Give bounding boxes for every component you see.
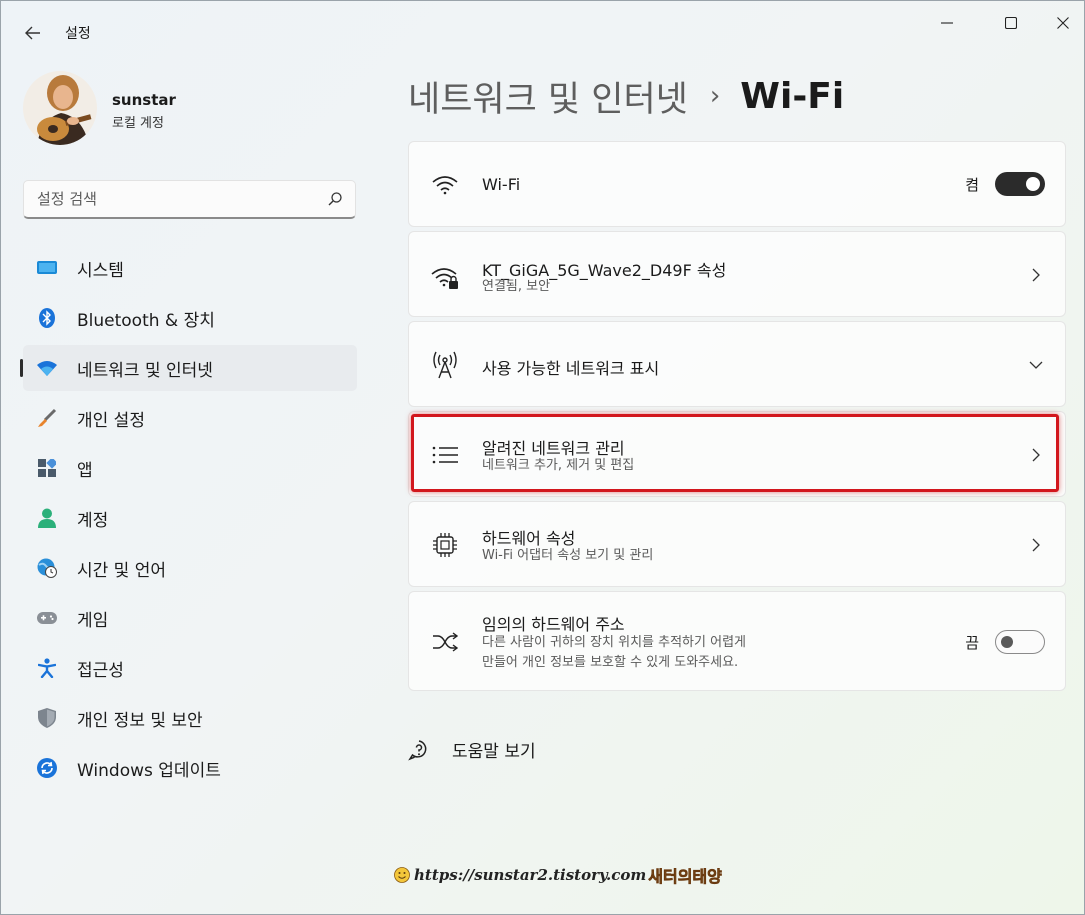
avatar[interactable] xyxy=(23,71,97,145)
accessibility-icon xyxy=(37,658,57,678)
help-icon xyxy=(408,739,427,761)
maximize-icon xyxy=(1005,17,1017,29)
sidebar-nav: 시스템 Bluetooth & 장치 네트워크 및 인터넷 개인 설정 앱 계정… xyxy=(20,245,357,795)
sidebar-item-label: 앱 xyxy=(77,460,93,481)
wifi-secured-icon xyxy=(431,264,459,292)
watermark-url: https://sunstar2.tistory.com xyxy=(414,866,647,884)
sidebar-item-label: 계정 xyxy=(77,510,109,531)
toggle-state-label: 켬 xyxy=(965,176,979,194)
sidebar-item-apps[interactable]: 앱 xyxy=(23,445,357,491)
sidebar-item-personalization[interactable]: 개인 설정 xyxy=(23,395,357,441)
sidebar-item-label: 시간 및 언어 xyxy=(77,560,167,581)
wifi-toggle[interactable] xyxy=(995,172,1045,196)
sidebar-item-windows-update[interactable]: Windows 업데이트 xyxy=(23,745,357,791)
card-title: 사용 가능한 네트워크 표시 xyxy=(482,359,660,378)
back-button[interactable] xyxy=(19,19,47,47)
user-name: sunstar xyxy=(112,91,176,109)
antenna-icon xyxy=(431,351,459,379)
watermark-name: 새터의태양 xyxy=(648,867,722,887)
account-type: 로컬 계정 xyxy=(112,116,164,131)
sidebar-item-accounts[interactable]: 계정 xyxy=(23,495,357,541)
sidebar-item-label: Bluetooth & 장치 xyxy=(77,310,215,331)
sidebar-item-network[interactable]: 네트워크 및 인터넷 xyxy=(20,345,357,391)
toggle-knob xyxy=(1001,636,1013,648)
shield-icon xyxy=(37,708,57,728)
title-bar: 설정 xyxy=(1,1,1085,63)
sidebar-item-system[interactable]: 시스템 xyxy=(23,245,357,291)
brush-icon xyxy=(37,408,57,428)
search-input[interactable] xyxy=(24,181,314,217)
sidebar-item-gaming[interactable]: 게임 xyxy=(23,595,357,641)
chevron-down-icon xyxy=(1029,361,1043,369)
minimize-icon xyxy=(941,22,953,24)
random-address-toggle[interactable] xyxy=(995,630,1045,654)
globe-clock-icon xyxy=(37,558,57,578)
back-arrow-icon xyxy=(25,26,40,40)
wifi-icon xyxy=(37,358,57,378)
breadcrumb-separator: › xyxy=(709,81,721,111)
card-subtitle-line1: 다른 사람이 귀하의 장치 위치를 추적하기 어렵게 xyxy=(482,635,746,650)
sidebar-item-bluetooth[interactable]: Bluetooth & 장치 xyxy=(23,295,357,341)
sidebar-item-accessibility[interactable]: 접근성 xyxy=(23,645,357,691)
sidebar-item-label: 게임 xyxy=(77,610,109,631)
available-networks-card[interactable]: 사용 가능한 네트워크 표시 xyxy=(408,321,1066,407)
card-subtitle: 네트워크 추가, 제거 및 편집 xyxy=(482,458,635,473)
chevron-right-icon xyxy=(1032,448,1040,462)
shuffle-icon xyxy=(431,628,459,656)
chip-icon xyxy=(431,531,459,559)
sidebar-item-time-language[interactable]: 시간 및 언어 xyxy=(23,545,357,591)
gamepad-icon xyxy=(37,608,57,628)
settings-window: 설정 sunstar 로컬 계정 설정 검색 시스템 Bluetooth & 장… xyxy=(0,0,1085,915)
help-label: 도움말 보기 xyxy=(452,742,536,762)
chevron-right-icon xyxy=(1032,268,1040,282)
wifi-signal-icon xyxy=(431,171,459,199)
apps-icon xyxy=(37,458,57,478)
search-icon[interactable] xyxy=(327,191,343,207)
breadcrumb-parent[interactable]: 네트워크 및 인터넷 xyxy=(408,71,688,122)
app-title: 설정 xyxy=(65,26,91,42)
search-box[interactable] xyxy=(23,180,356,219)
hardware-properties-card[interactable]: 하드웨어 속성 Wi-Fi 어댑터 속성 보기 및 관리 xyxy=(408,501,1066,587)
card-title: 임의의 하드웨어 주소 xyxy=(482,615,625,634)
list-icon xyxy=(431,441,459,469)
wifi-toggle-card[interactable]: Wi-Fi 켬 xyxy=(408,141,1066,227)
toggle-knob xyxy=(1026,177,1040,191)
card-title: Wi-Fi xyxy=(482,175,521,194)
card-subtitle: Wi-Fi 어댑터 속성 보기 및 관리 xyxy=(482,548,654,563)
watermark: https://sunstar2.tistory.com 새터의태양 xyxy=(394,863,722,887)
toggle-state-label: 끔 xyxy=(965,634,979,652)
maximize-button[interactable] xyxy=(989,9,1033,37)
close-icon xyxy=(1057,17,1069,29)
chevron-right-icon xyxy=(1032,538,1040,552)
breadcrumb: 네트워크 및 인터넷 › Wi-Fi xyxy=(408,71,844,121)
selection-indicator xyxy=(20,359,23,377)
sidebar-item-privacy[interactable]: 개인 정보 및 보안 xyxy=(23,695,357,741)
page-title: Wi-Fi xyxy=(740,75,845,117)
card-subtitle-line2: 만들어 개인 정보를 보호할 수 있게 도와주세요. xyxy=(482,655,739,670)
bluetooth-icon xyxy=(37,308,57,328)
random-hardware-address-card[interactable]: 임의의 하드웨어 주소 다른 사람이 귀하의 장치 위치를 추적하기 어렵게 만… xyxy=(408,591,1066,691)
update-icon xyxy=(37,758,57,778)
system-icon xyxy=(37,258,57,278)
help-link[interactable]: 도움말 보기 xyxy=(408,737,536,762)
smiley-icon xyxy=(394,867,410,883)
known-networks-card[interactable]: 알려진 네트워크 관리 네트워크 추가, 제거 및 편집 xyxy=(408,411,1066,497)
network-properties-card[interactable]: KT_GiGA_5G_Wave2_D49F 속성 연결됨, 보안 xyxy=(408,231,1066,317)
minimize-button[interactable] xyxy=(925,9,969,37)
close-button[interactable] xyxy=(1041,9,1085,37)
sidebar-item-label: 접근성 xyxy=(77,660,124,681)
sidebar-item-label: 개인 설정 xyxy=(77,410,145,431)
avatar-image xyxy=(23,71,97,145)
sidebar-item-label: 개인 정보 및 보안 xyxy=(77,710,203,731)
sidebar-item-label: 시스템 xyxy=(77,260,124,281)
sidebar-item-label: 네트워크 및 인터넷 xyxy=(77,360,213,381)
sidebar-item-label: Windows 업데이트 xyxy=(77,760,221,781)
person-icon xyxy=(37,508,57,528)
card-subtitle: 연결됨, 보안 xyxy=(482,279,551,294)
